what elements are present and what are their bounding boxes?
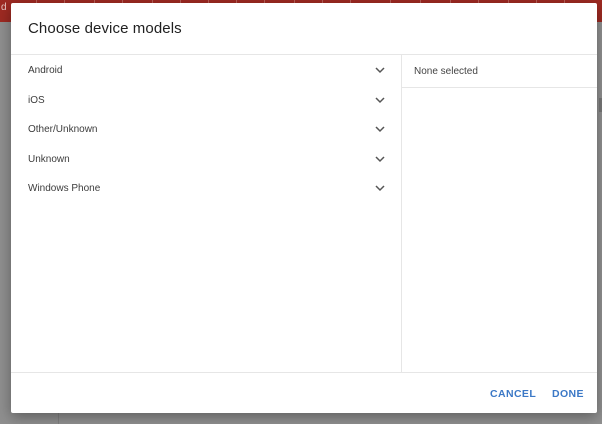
category-row-android[interactable]: Android [11,56,401,85]
chevron-down-icon[interactable] [374,182,386,194]
category-row-unknown[interactable]: Unknown [11,145,401,174]
category-label: Unknown [28,154,70,165]
category-label: Windows Phone [28,183,101,194]
chevron-down-icon[interactable] [374,123,386,135]
selection-pane: None selected [402,55,597,372]
category-row-other-unknown[interactable]: Other/Unknown [11,115,401,144]
chevron-down-icon[interactable] [374,94,386,106]
done-button[interactable]: DONE [549,386,587,402]
category-label: iOS [28,95,45,106]
category-label: Android [28,65,63,76]
chevron-down-icon[interactable] [374,64,386,76]
category-list: Android iOS Other/Unknown Unknown Window… [11,55,401,372]
footer-divider [11,372,597,373]
selection-summary: None selected [414,66,478,77]
category-row-ios[interactable]: iOS [11,86,401,115]
chevron-down-icon[interactable] [374,153,386,165]
category-row-windows-phone[interactable]: Windows Phone [11,174,401,203]
device-models-dialog: Choose device models Android iOS Other/U… [11,3,597,413]
category-label: Other/Unknown [28,124,98,135]
cancel-button[interactable]: CANCEL [487,386,539,402]
selection-summary-header: None selected [402,55,597,88]
dialog-title: Choose device models [28,20,182,37]
background-app-bar-text: d [1,2,7,13]
